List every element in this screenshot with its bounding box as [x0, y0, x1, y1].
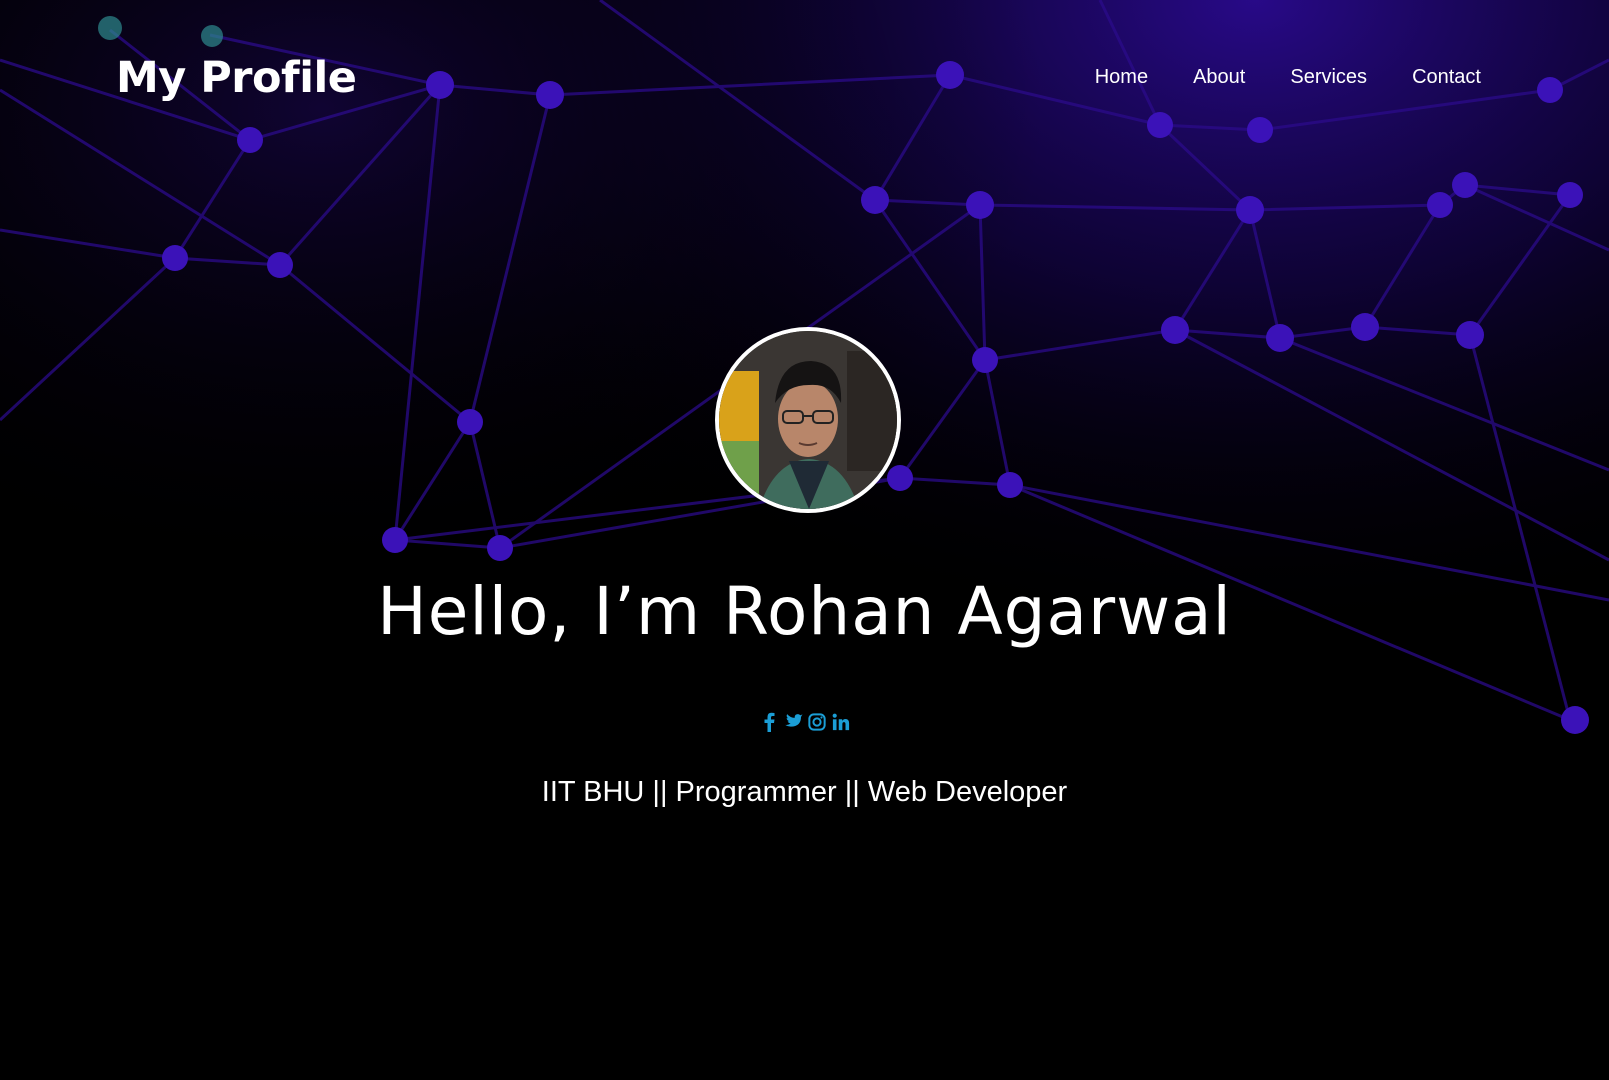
avatar — [715, 327, 901, 513]
instagram-icon[interactable] — [807, 710, 827, 734]
nav-about[interactable]: About — [1193, 62, 1245, 92]
twitter-icon-glyph — [784, 714, 803, 727]
twitter-icon[interactable] — [783, 710, 803, 734]
main-nav: Home About Services Contact — [1050, 62, 1481, 92]
facebook-icon-glyph — [764, 712, 774, 732]
facebook-icon[interactable] — [759, 710, 779, 734]
linkedin-icon[interactable] — [831, 710, 851, 734]
nav-home[interactable]: Home — [1095, 62, 1148, 92]
profile-photo — [719, 331, 897, 509]
nav-services[interactable]: Services — [1290, 62, 1367, 92]
nav-contact[interactable]: Contact — [1412, 62, 1481, 92]
hero-tagline: IIT BHU || Programmer || Web Developer — [541, 776, 1068, 808]
linkedin-icon-glyph — [832, 713, 849, 731]
brand-logo[interactable]: My Profile — [116, 50, 357, 106]
network-background — [0, 0, 1609, 1080]
social-links — [0, 710, 1609, 734]
site-header: My Profile Home About Services Contact — [0, 0, 1609, 160]
hero-title: Hello, I’m Rohan Agarwal — [377, 573, 1232, 650]
instagram-icon-glyph — [807, 713, 826, 731]
